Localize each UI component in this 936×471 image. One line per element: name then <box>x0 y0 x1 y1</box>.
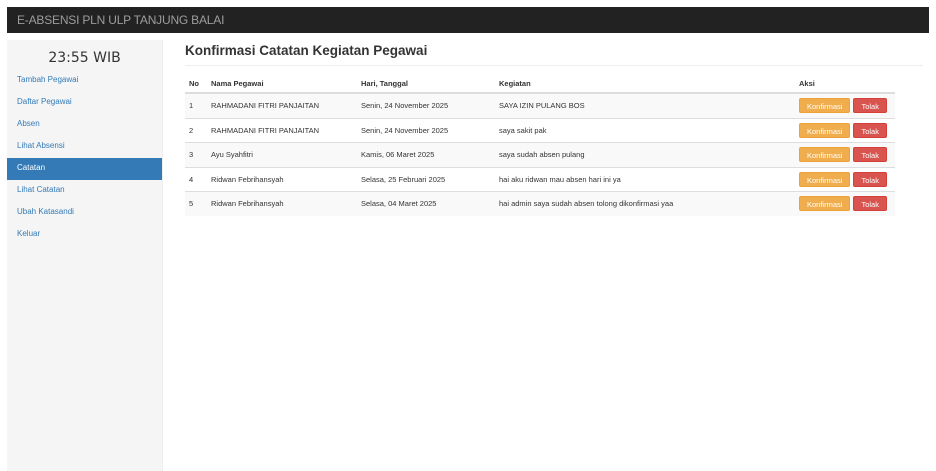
cell-kegiatan: hai admin saya sudah absen tolong dikonf… <box>495 191 795 216</box>
header-hari-tanggal: Hari, Tanggal <box>357 74 495 94</box>
cell-no: 1 <box>185 92 207 118</box>
header-aksi: Aksi <box>795 74 895 94</box>
header-kegiatan: Kegiatan <box>495 74 795 94</box>
table-row: 1 RAHMADANI FITRI PANJAITAN Senin, 24 No… <box>185 92 895 118</box>
sidebar-item-keluar[interactable]: Keluar <box>7 224 162 246</box>
sidebar-item-lihat-absensi[interactable]: Lihat Absensi <box>7 136 162 158</box>
sidebar-item-lihat-catatan[interactable]: Lihat Catatan <box>7 180 162 202</box>
reject-button[interactable]: Tolak <box>853 122 887 138</box>
cell-tanggal: Kamis, 06 Maret 2025 <box>357 142 495 167</box>
sidebar: 23:55 WIB Tambah Pegawai Daftar Pegawai … <box>7 40 163 471</box>
top-navbar: E-ABSENSI PLN ULP TANJUNG BALAI <box>7 7 929 33</box>
cell-kegiatan: SAYA IZIN PULANG BOS <box>495 92 795 118</box>
table-row: 2 RAHMADANI FITRI PANJAITAN Senin, 24 No… <box>185 117 895 143</box>
reject-button[interactable]: Tolak <box>853 196 887 212</box>
sidebar-item-daftar-pegawai[interactable]: Daftar Pegawai <box>7 92 162 114</box>
sidebar-item-absen[interactable]: Absen <box>7 114 162 136</box>
cell-nama: RAHMADANI FITRI PANJAITAN <box>207 92 357 118</box>
table-header-row: No Nama Pegawai Hari, Tanggal Kegiatan A… <box>185 74 895 94</box>
main-content: Konfirmasi Catatan Kegiatan Pegawai No N… <box>185 40 923 216</box>
cell-nama: RAHMADANI FITRI PANJAITAN <box>207 117 357 143</box>
cell-aksi: Konfirmasi Tolak <box>795 117 895 143</box>
confirm-button[interactable]: Konfirmasi <box>799 122 851 138</box>
cell-nama: Ayu Syahfitri <box>207 142 357 167</box>
reject-button[interactable]: Tolak <box>853 147 887 163</box>
sidebar-item-catatan[interactable]: Catatan <box>7 158 162 180</box>
header-no: No <box>185 74 207 94</box>
cell-aksi: Konfirmasi Tolak <box>795 166 895 192</box>
cell-tanggal: Selasa, 04 Maret 2025 <box>357 191 495 216</box>
confirm-button[interactable]: Konfirmasi <box>799 98 851 114</box>
cell-aksi: Konfirmasi Tolak <box>795 92 895 118</box>
confirm-button[interactable]: Konfirmasi <box>799 196 851 212</box>
cell-tanggal: Senin, 24 November 2025 <box>357 117 495 143</box>
reject-button[interactable]: Tolak <box>853 171 887 187</box>
cell-no: 4 <box>185 166 207 192</box>
table-row: 4 Ridwan Febrihansyah Selasa, 25 Februar… <box>185 166 895 192</box>
cell-aksi: Konfirmasi Tolak <box>795 142 895 167</box>
cell-aksi: Konfirmasi Tolak <box>795 191 895 216</box>
page-title: Konfirmasi Catatan Kegiatan Pegawai <box>185 40 923 66</box>
reject-button[interactable]: Tolak <box>853 98 887 114</box>
table-row: 3 Ayu Syahfitri Kamis, 06 Maret 2025 say… <box>185 142 895 167</box>
clock-display: 23:55 WIB <box>48 50 121 66</box>
confirm-button[interactable]: Konfirmasi <box>799 147 851 163</box>
cell-kegiatan: saya sakit pak <box>495 117 795 143</box>
sidebar-item-ubah-katasandi[interactable]: Ubah Katasandi <box>7 202 162 224</box>
cell-nama: Ridwan Febrihansyah <box>207 166 357 192</box>
sidebar-item-tambah-pegawai[interactable]: Tambah Pegawai <box>7 70 162 92</box>
notes-table: No Nama Pegawai Hari, Tanggal Kegiatan A… <box>185 74 895 216</box>
table-row: 5 Ridwan Febrihansyah Selasa, 04 Maret 2… <box>185 191 895 216</box>
cell-no: 5 <box>185 191 207 216</box>
cell-kegiatan: saya sudah absen pulang <box>495 142 795 167</box>
header-nama-pegawai: Nama Pegawai <box>207 74 357 94</box>
app-brand[interactable]: E-ABSENSI PLN ULP TANJUNG BALAI <box>17 13 224 27</box>
cell-tanggal: Senin, 24 November 2025 <box>357 92 495 118</box>
cell-no: 3 <box>185 142 207 167</box>
cell-nama: Ridwan Febrihansyah <box>207 191 357 216</box>
sidebar-nav: Tambah Pegawai Daftar Pegawai Absen Liha… <box>7 70 162 246</box>
cell-no: 2 <box>185 117 207 143</box>
cell-kegiatan: hai aku ridwan mau absen hari ini ya <box>495 166 795 192</box>
cell-tanggal: Selasa, 25 Februari 2025 <box>357 166 495 192</box>
confirm-button[interactable]: Konfirmasi <box>799 171 851 187</box>
